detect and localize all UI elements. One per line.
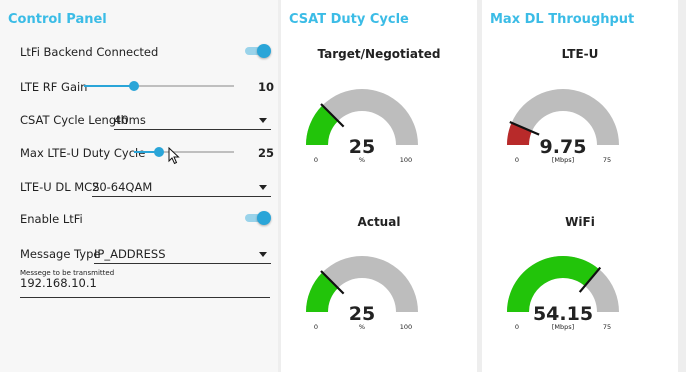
max-duty-cycle-row: Max LTE-U Duty Cycle 25	[20, 146, 274, 160]
message-type-select[interactable]: IP_ADDRESS	[94, 247, 271, 264]
wifi-throughput-gauge: 54.15 [Mbps] 0 75	[507, 256, 619, 331]
message-type-label: Message Type	[20, 247, 101, 261]
control-panel-title: Control Panel	[8, 12, 107, 27]
gauge-value: 25	[349, 136, 375, 158]
lte-rf-gain-value: 10	[258, 80, 275, 94]
actual-duty-cycle-gauge: 25 % 0 100	[306, 256, 418, 331]
slider-thumb[interactable]	[128, 81, 139, 91]
gauge-title: LTE-U	[561, 47, 599, 61]
dl-mcs-select[interactable]: 20-64QAM	[92, 180, 271, 197]
backend-connected-toggle[interactable]	[245, 44, 271, 58]
target-duty-cycle-gauge: 25 % 0 100	[306, 89, 418, 164]
message-type-row: Message Type IP_ADDRESS	[20, 247, 271, 264]
dl-mcs-value: 20-64QAM	[92, 180, 153, 194]
gauge-min: 0	[314, 323, 318, 331]
enable-ltfi-label: Enable LtFi	[20, 212, 83, 226]
gauge-unit: [Mbps]	[552, 156, 574, 164]
gauge-value: 25	[349, 303, 375, 325]
chevron-down-icon	[259, 118, 267, 123]
max-dl-throughput-panel: Max DL Throughput LTE-U 9.75 [Mbps] 0 75…	[482, 0, 678, 372]
csat-duty-cycle-panel: CSAT Duty Cycle Target/Negotiated 25 % 0…	[281, 0, 477, 372]
gauge-max: 75	[603, 156, 611, 164]
gauge-min: 0	[515, 156, 519, 164]
backend-connected-row: LtFi Backend Connected	[20, 44, 271, 59]
gauge-unit: %	[359, 156, 365, 164]
message-field-value: 192.168.10.1	[20, 276, 97, 290]
lte-u-throughput-gauge: 9.75 [Mbps] 0 75	[507, 89, 619, 164]
gauge-title: Actual	[357, 215, 401, 229]
slider-thumb[interactable]	[154, 147, 164, 157]
backend-connected-label: LtFi Backend Connected	[20, 45, 159, 59]
lte-rf-gain-label: LTE RF Gain	[20, 80, 88, 94]
csat-cycle-length-select[interactable]: 40ms	[114, 113, 271, 130]
lte-rf-gain-row: LTE RF Gain 10	[20, 80, 274, 94]
gauge-max: 75	[603, 323, 611, 331]
lte-rf-gain-slider[interactable]	[84, 80, 234, 92]
dl-mcs-row: LTE-U DL MCS 20-64QAM	[20, 180, 271, 197]
gauge-title: WiFi	[565, 215, 595, 229]
tput-panel-title: Max DL Throughput	[490, 12, 635, 27]
message-row: Messege to be transmitted 192.168.10.1	[20, 269, 270, 298]
max-duty-cycle-slider[interactable]	[134, 146, 234, 158]
enable-ltfi-row: Enable LtFi	[20, 211, 271, 226]
mouse-pointer-icon	[168, 147, 180, 165]
slider-fill	[84, 85, 134, 87]
csat-cycle-length-value: 40ms	[114, 113, 146, 127]
gauge-max: 100	[400, 323, 412, 331]
toggle-knob	[257, 211, 271, 225]
max-duty-cycle-value: 25	[258, 146, 275, 160]
gauge-value: 9.75	[540, 136, 587, 158]
gauge-unit: %	[359, 323, 365, 331]
enable-ltfi-toggle[interactable]	[245, 211, 271, 225]
gauge-min: 0	[515, 323, 519, 331]
dl-mcs-label: LTE-U DL MCS	[20, 180, 100, 194]
csat-panel-title: CSAT Duty Cycle	[289, 12, 409, 27]
csat-cycle-length-row: CSAT Cycle Length 40ms	[20, 113, 271, 130]
gauge-min: 0	[314, 156, 318, 164]
message-type-value: IP_ADDRESS	[94, 247, 166, 261]
gauge-value: 54.15	[533, 303, 593, 325]
message-field[interactable]: Messege to be transmitted 192.168.10.1	[20, 269, 270, 298]
control-panel: Control Panel LtFi Backend Connected LTE…	[0, 0, 278, 372]
chevron-down-icon	[259, 252, 267, 257]
gauge-title: Target/Negotiated	[317, 47, 441, 61]
max-duty-cycle-label: Max LTE-U Duty Cycle	[20, 146, 146, 160]
toggle-knob	[257, 44, 271, 58]
csat-cycle-length-label: CSAT Cycle Length	[20, 113, 128, 127]
gauge-unit: [Mbps]	[552, 323, 574, 331]
gauge-max: 100	[400, 156, 412, 164]
chevron-down-icon	[259, 185, 267, 190]
